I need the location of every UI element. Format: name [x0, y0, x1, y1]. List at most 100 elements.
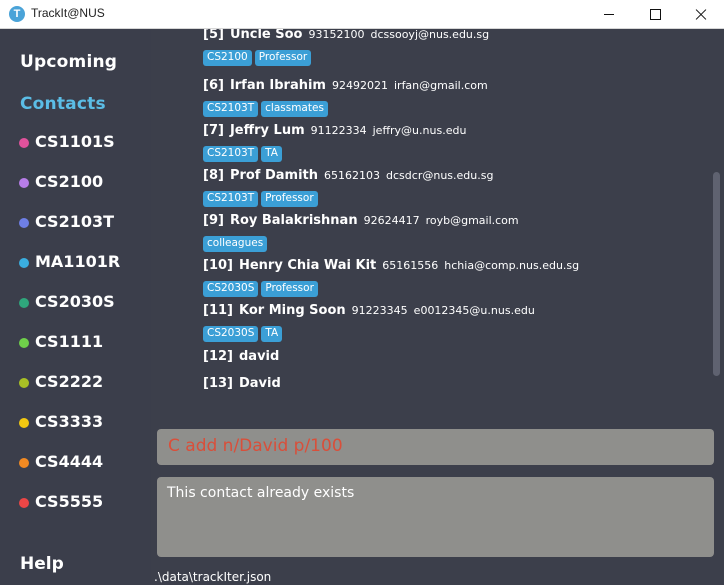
module-label: CS2222 [35, 372, 104, 391]
module-label: CS1111 [35, 332, 104, 351]
contact-name: Roy Balakrishnan [229, 213, 358, 228]
contact-phone: 92624417 [363, 214, 420, 227]
contact-list[interactable]: [5] Uncle Soo 93152100 dcssooyj@nus.edu.sg C… [151, 29, 724, 423]
module-color-dot-icon [19, 178, 29, 188]
contact-tags: CS2030S Professor [203, 276, 579, 297]
contact-card[interactable]: [9] Roy Balakrishnan 92624417 royb@gmail.co… [203, 209, 519, 252]
title-bar: T TrackIt@NUS [0, 0, 724, 29]
minimize-button[interactable] [586, 0, 632, 29]
contact-email: dcssooyj@nus.edu.sg [370, 29, 490, 41]
contact-tags: CS2103T Professor [203, 186, 493, 207]
tag-badge: CS2103T [203, 101, 259, 117]
tag-badge: CS2100 [203, 50, 252, 66]
close-button[interactable] [678, 0, 724, 29]
contact-phone: 65161556 [382, 259, 439, 272]
contact-card[interactable]: [7] Jeffry Lum 91122334 jeffry@u.nus.edu CS2… [203, 119, 466, 162]
contact-name: Uncle Soo [229, 29, 303, 42]
contact-card[interactable]: [13] David [203, 372, 281, 391]
module-label: CS1101S [35, 132, 115, 151]
contact-phone: 91223345 [351, 304, 408, 317]
module-color-dot-icon [19, 258, 29, 268]
contact-header: [13] David [203, 372, 281, 391]
contact-index: [9] [203, 213, 224, 228]
contact-phone: 91122334 [310, 124, 367, 137]
contact-header: [9] Roy Balakrishnan 92624417 royb@gmail.co… [203, 209, 519, 228]
tag-badge: Professor [261, 281, 318, 297]
nav-help[interactable]: Help [20, 554, 64, 574]
contact-name: Henry Chia Wai Kit [238, 258, 377, 273]
tag-badge: CS2103T [203, 191, 259, 207]
nav-contacts[interactable]: Contacts [20, 94, 106, 114]
contact-header: [12] david [203, 345, 279, 364]
module-color-dot-icon [19, 378, 29, 388]
storage-path: .\data\trackIter.json [154, 570, 272, 584]
tag-badge: CS2103T [203, 146, 259, 162]
command-input[interactable]: C add n/David p/100 [168, 436, 343, 456]
module-label: CS2100 [35, 172, 104, 191]
contact-header: [11] Kor Ming Soon 91223345 e0012345@u.nus.… [203, 299, 535, 318]
command-box[interactable]: C add n/David p/100 [157, 429, 714, 465]
contact-index: [10] [203, 258, 233, 273]
contact-name: Jeffry Lum [229, 123, 305, 138]
contact-card[interactable]: [5] Uncle Soo 93152100 dcssooyj@nus.edu.sg C… [203, 29, 489, 66]
module-color-dot-icon [19, 418, 29, 428]
app-logo-icon: T [9, 6, 25, 22]
contact-index: [13] [203, 376, 233, 391]
result-display: This contact already exists [157, 477, 714, 557]
module-color-dot-icon [19, 298, 29, 308]
nav-upcoming[interactable]: Upcoming [20, 52, 117, 72]
contact-phone: 65162103 [324, 169, 381, 182]
contact-name: david [238, 349, 280, 364]
window-title: TrackIt@NUS [31, 6, 105, 20]
contact-header: [7] Jeffry Lum 91122334 jeffry@u.nus.edu [203, 119, 466, 138]
contact-email: irfan@gmail.com [393, 79, 488, 92]
tag-badge: TA [261, 326, 283, 342]
contact-email: jeffry@u.nus.edu [372, 124, 467, 137]
tag-badge: TA [261, 146, 282, 162]
contact-card[interactable]: [11] Kor Ming Soon 91223345 e0012345@u.nus.… [203, 299, 535, 342]
contact-tags: CS2030S TA [203, 321, 535, 342]
contact-tags: CS2103T TA [203, 141, 466, 162]
contact-email: dcsdcr@nus.edu.sg [386, 169, 494, 182]
contact-card[interactable]: [8] Prof Damith 65162103 dcsdcr@nus.edu.sg C… [203, 164, 493, 207]
contact-header: [6] Irfan Ibrahim 92492021 irfan@gmail.com [203, 74, 488, 93]
contact-tags: colleagues [203, 231, 519, 252]
module-label: MA1101R [35, 252, 121, 271]
contact-phone: 93152100 [308, 29, 365, 41]
contact-card[interactable]: [10] Henry Chia Wai Kit 65161556 hchia@comp… [203, 254, 579, 297]
contact-index: [11] [203, 303, 233, 318]
contact-email: hchia@comp.nus.edu.sg [444, 259, 580, 272]
contact-tags: CS2100 Professor [203, 45, 489, 66]
module-label: CS2103T [35, 212, 115, 231]
contact-index: [8] [203, 168, 224, 183]
contact-index: [12] [203, 349, 233, 364]
contact-name: Kor Ming Soon [238, 303, 346, 318]
minimize-icon [604, 14, 614, 15]
contact-card[interactable]: [6] Irfan Ibrahim 92492021 irfan@gmail.com C… [203, 74, 488, 117]
maximize-icon [650, 9, 661, 20]
contact-index: [5] [203, 29, 224, 42]
maximize-button[interactable] [632, 0, 678, 29]
contact-tags: CS2103T classmates [203, 96, 488, 117]
module-label: CS3333 [35, 412, 104, 431]
tag-badge: CS2030S [203, 281, 259, 297]
contact-header: [5] Uncle Soo 93152100 dcssooyj@nus.edu.sg [203, 29, 489, 42]
contact-card[interactable]: [12] david [203, 345, 279, 364]
contact-name: Irfan Ibrahim [229, 78, 326, 93]
module-color-dot-icon [19, 138, 29, 148]
module-color-dot-icon [19, 218, 29, 228]
contact-email: e0012345@u.nus.edu [413, 304, 535, 317]
contact-name: David [238, 376, 281, 391]
module-color-dot-icon [19, 338, 29, 348]
module-color-dot-icon [19, 498, 29, 508]
contact-phone: 92492021 [331, 79, 388, 92]
contact-header: [8] Prof Damith 65162103 dcsdcr@nus.edu.sg [203, 164, 493, 183]
module-label: CS5555 [35, 492, 104, 511]
sidebar: Upcoming Contacts CS1101S CS2100 CS2103T MA… [0, 29, 151, 585]
contact-index: [6] [203, 78, 224, 93]
contact-index: [7] [203, 123, 224, 138]
tag-badge: CS2030S [203, 326, 259, 342]
result-message: This contact already exists [167, 485, 355, 501]
scrollbar-thumb[interactable] [713, 172, 720, 376]
tag-badge: classmates [261, 101, 328, 117]
